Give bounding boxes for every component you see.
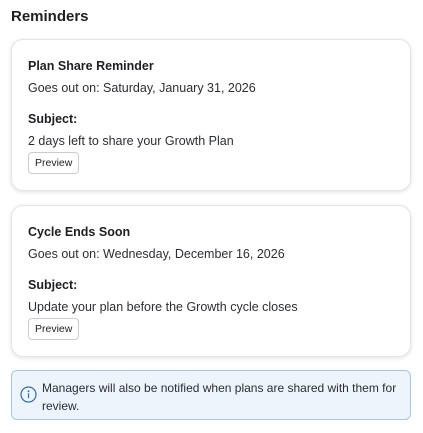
reminder-title: Plan Share Reminder: [28, 59, 154, 73]
page-title: Reminders: [11, 8, 89, 25]
preview-button[interactable]: Preview: [28, 152, 80, 174]
info-banner: Managers will also be notified when plan…: [11, 370, 411, 420]
subject-text: 2 days left to share your Growth Plan: [28, 134, 234, 148]
reminder-card: Cycle Ends Soon Goes out on: Wednesday, …: [11, 205, 411, 357]
subject-label: Subject:: [28, 278, 78, 292]
info-text: Managers will also be notified when plan…: [42, 381, 397, 413]
reminder-send-date: Goes out on: Wednesday, December 16, 202…: [28, 247, 285, 261]
subject-label: Subject:: [28, 112, 78, 126]
subject-text: Update your plan before the Growth cycle…: [28, 300, 298, 314]
reminder-title: Cycle Ends Soon: [28, 225, 131, 239]
reminder-card: Plan Share Reminder Goes out on: Saturda…: [11, 39, 411, 191]
reminder-send-date: Goes out on: Saturday, January 31, 2026: [28, 81, 256, 95]
preview-button[interactable]: Preview: [28, 318, 80, 340]
info-icon: [20, 386, 37, 403]
